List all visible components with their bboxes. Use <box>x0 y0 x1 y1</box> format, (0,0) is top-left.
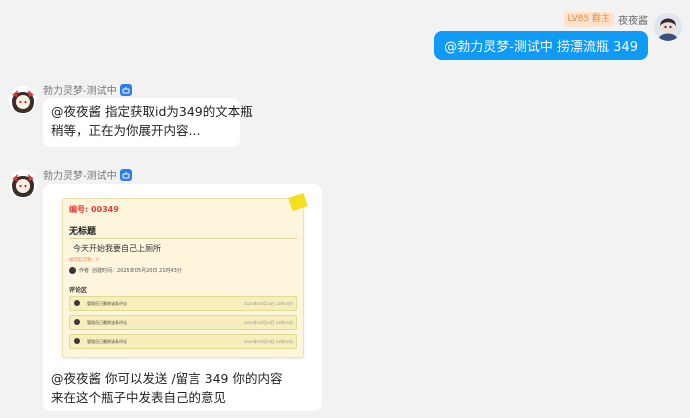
bottle-title: 无标题 <box>69 227 97 237</box>
pick-count: 被捞起次数：9 <box>69 258 99 263</box>
reply-line-1: @夜夜酱 你可以发送 /留言 349 你的内容 <box>51 371 283 386</box>
created-time: 创建时间：2025年05月20日 21时43分 <box>92 268 182 274</box>
bot-avatar[interactable] <box>9 170 37 198</box>
comment-time: 2025年05月20日 22时01分 <box>243 320 293 325</box>
bot-reply-bubble-1[interactable]: @夜夜酱 指定获取id为349的文本瓶 稍等，正在为你展开内容... <box>43 98 253 147</box>
sticky-corner-decoration <box>288 192 308 212</box>
comment-time: 2025年05月20日 22时05分 <box>243 339 293 344</box>
bot-reply-bubble-2[interactable]: 编号: 00349 无标题 今天开始我要自己上厕所 被捞起次数：9 作者 创建时… <box>43 184 322 411</box>
author-row: 作者 创建时间：2025年05月20日 21时43分 <box>69 267 182 274</box>
bottle-content: 今天开始我要自己上厕所 <box>73 244 161 253</box>
author-label: 作者 <box>79 268 90 274</box>
comment-text: 管理员已删除该条评论 <box>87 339 127 344</box>
commenter-avatar <box>74 300 80 306</box>
bot-name[interactable]: 勃力灵梦-测试中 <box>43 82 117 97</box>
commenter-avatar <box>74 338 80 344</box>
author-avatar <box>69 267 76 274</box>
comment-item: 管理员已删除该条评论 2025年05月20日 22时01分 <box>69 315 297 330</box>
level-badge: LV85 群主 <box>563 12 614 27</box>
user-avatar[interactable] <box>654 13 682 41</box>
drift-bottle-card[interactable]: 编号: 00349 无标题 今天开始我要自己上厕所 被捞起次数：9 作者 创建时… <box>62 192 308 358</box>
commenter-avatar <box>74 319 80 325</box>
reply-line-2: 稍等，正在为你展开内容... <box>51 123 201 138</box>
bottle-number: 编号: 00349 <box>69 205 119 214</box>
comment-item: 管理员已删除该条评论 2025年05月20日 21时45分 <box>69 296 297 311</box>
outgoing-message-bubble[interactable]: @勃力灵梦-测试中 捞漂流瓶 349 <box>434 31 648 60</box>
comment-text: 管理员已删除该条评论 <box>87 301 127 306</box>
reply-line-1: @夜夜酱 指定获取id为349的文本瓶 <box>51 104 253 119</box>
reply-line-2: 来在这个瓶子中发表自己的意见 <box>51 390 227 405</box>
comment-text: 管理员已删除该条评论 <box>87 320 127 325</box>
bot-robot-icon <box>119 83 132 96</box>
bot-name[interactable]: 勃力灵梦-测试中 <box>43 167 117 182</box>
sender-meta: LV85 群主 夜夜酱 <box>563 12 648 27</box>
bot-avatar[interactable] <box>9 86 37 114</box>
bot-meta: 勃力灵梦-测试中 <box>43 82 132 97</box>
comment-item: 管理员已删除该条评论 2025年05月20日 22时05分 <box>69 334 297 349</box>
comments-header: 评论区 <box>69 287 88 294</box>
bot-meta: 勃力灵梦-测试中 <box>43 167 132 182</box>
comment-time: 2025年05月20日 21时45分 <box>243 301 293 306</box>
divider <box>69 238 297 239</box>
sender-name[interactable]: 夜夜酱 <box>618 12 648 27</box>
bot-robot-icon <box>119 168 132 181</box>
